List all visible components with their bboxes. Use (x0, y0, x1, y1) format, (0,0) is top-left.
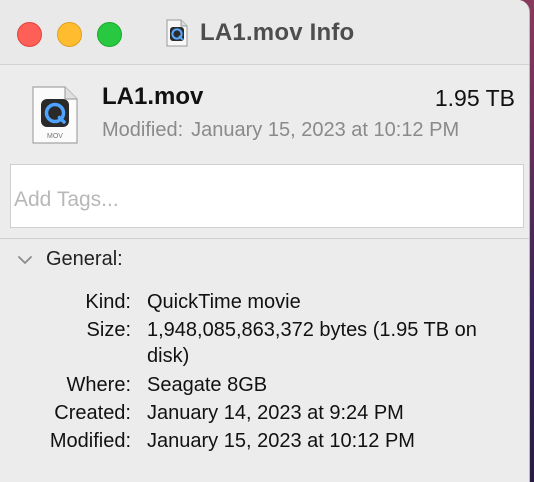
mov-badge-text: MOV (47, 133, 63, 140)
zoom-button[interactable] (97, 22, 122, 47)
section-divider (0, 238, 529, 239)
general-section-toggle[interactable]: General: (16, 248, 123, 271)
modified-label: Modified: (102, 119, 184, 141)
mov-file-icon: MOV (32, 86, 78, 144)
tags-input[interactable] (10, 164, 524, 228)
modified-row-label: Modified: (49, 430, 131, 452)
chevron-down-icon (18, 255, 32, 264)
where-value: Seagate 8GB (147, 374, 268, 396)
general-section-title: General: (46, 248, 123, 270)
file-modified: Modified: January 15, 2023 at 10:12 PM (102, 119, 459, 142)
size-label: Size: (86, 319, 131, 341)
file-header: MOV LA1.mov 1.95 TB Modified: January 15,… (0, 65, 529, 159)
minimize-button[interactable] (57, 22, 82, 47)
kind-value: QuickTime movie (147, 291, 301, 313)
window-title-group: LA1.mov Info (166, 16, 354, 50)
window-title: LA1.mov Info (200, 19, 355, 46)
created-label: Created: (54, 402, 131, 424)
created-value: January 14, 2023 at 9:24 PM (147, 402, 404, 424)
info-window: LA1.mov Info MOV LA1.mov 1.95 TB Modifie… (0, 0, 530, 482)
quicktime-file-icon (166, 19, 188, 47)
where-label: Where: (66, 374, 131, 396)
modified-row-value: January 15, 2023 at 10:12 PM (147, 430, 415, 452)
modified-value: January 15, 2023 at 10:12 PM (191, 119, 460, 141)
size-value: 1,948,085,863,372 bytes (1.95 TB on disk… (147, 319, 477, 367)
file-name: LA1.mov (102, 83, 204, 110)
close-button[interactable] (17, 22, 42, 47)
file-size: 1.95 TB (434, 85, 515, 111)
kind-label: Kind: (85, 291, 131, 313)
title-bar[interactable]: LA1.mov Info (0, 0, 529, 65)
